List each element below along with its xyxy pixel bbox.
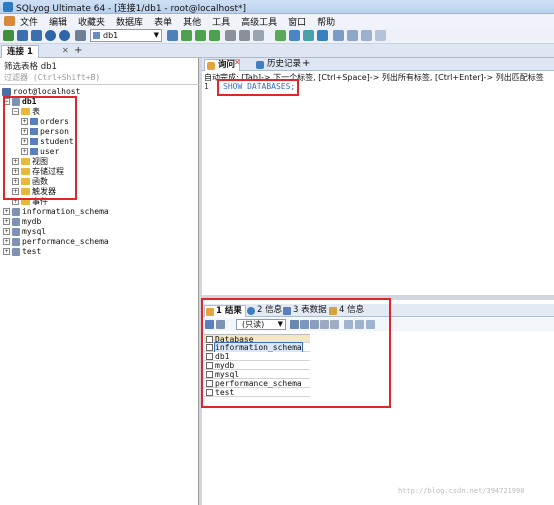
line-number: 1 [204,82,209,91]
title-bar: SQLyog Ultimate 64 - [连接1/db1 - root@loc… [0,0,554,14]
form-icon[interactable] [347,30,358,41]
connect-icon[interactable] [17,30,28,41]
user-manager-icon[interactable] [317,30,328,41]
tree-db-item[interactable]: + mydb [3,217,41,227]
menu-tools[interactable]: 工具 [212,15,230,28]
add-tab-icon[interactable]: + [302,58,310,69]
app-icon [3,2,13,12]
database-icon [12,247,20,256]
copy-db-icon[interactable] [253,30,264,41]
result-highlight-box [201,298,391,408]
menu-database[interactable]: 数据库 [116,15,143,28]
tab-history[interactable]: 历史记录 [254,59,305,71]
filter-input[interactable]: 过滤器 (Ctrl+Shift+B) [4,72,100,83]
table-icon[interactable] [181,30,192,41]
tab-query-label: 询问 [218,60,236,70]
close-icon[interactable]: ✕ [234,58,241,67]
add-tab-icon[interactable]: + [74,45,82,56]
menu-edit[interactable]: 编辑 [49,15,67,28]
sql-highlight-box [217,79,299,96]
tree-root-label: root@localhost [13,87,81,96]
tree-db-label: performance_schema [22,237,109,246]
database-icon [12,227,20,236]
close-icon[interactable]: ✕ [62,46,69,55]
tree-db-label: mysql [22,227,47,236]
editor-tab-strip: 询问 ✕ 历史记录 + [202,58,554,71]
menu-app-icon[interactable] [4,16,15,26]
divider [0,84,199,85]
menu-table[interactable]: 表单 [154,15,172,28]
sync-icon[interactable] [275,30,286,41]
menu-favorites[interactable]: 收藏夹 [78,15,105,28]
stop-icon[interactable] [75,30,86,41]
chevron-down-icon: ▼ [153,31,159,39]
tree-db-item[interactable]: + test [3,247,41,257]
history-icon [256,61,264,69]
schema-icon[interactable] [195,30,206,41]
query-icon [207,62,215,70]
settings-icon[interactable] [375,30,386,41]
run-query-icon[interactable] [45,30,56,41]
import-icon[interactable] [225,30,236,41]
query-editor[interactable]: 自动完成: [Tab]-> 下一个标签, [Ctrl+Space]-> 列出所有… [202,71,554,295]
expand-icon[interactable]: + [3,228,10,235]
expand-icon[interactable]: + [3,208,10,215]
database-icon [12,207,20,216]
tree-db-label: information_schema [22,207,109,216]
tree-db-item[interactable]: + performance_schema [3,237,109,247]
database-selector-value: db1 [103,31,119,40]
schema-designer-icon[interactable] [303,30,314,41]
menu-window[interactable]: 窗口 [288,15,306,28]
export-icon[interactable] [239,30,250,41]
toolbar: db1 ▼ [0,28,554,44]
tree-db-item[interactable]: + information_schema [3,207,109,217]
watermark: http://blog.csdn.net/394721990 [398,487,525,495]
new-connection-icon[interactable] [3,30,14,41]
backup-icon[interactable] [209,30,220,41]
text-icon[interactable] [361,30,372,41]
database-icon [12,237,20,246]
expand-icon[interactable]: + [3,238,10,245]
expand-icon[interactable]: + [3,248,10,255]
tree-db-label: mydb [22,217,42,226]
tree-highlight-box [3,96,77,200]
menu-advanced-tools[interactable]: 高级工具 [241,15,277,28]
connection-tab-strip: 连接 1 ✕ + [0,44,554,58]
tab-history-label: 历史记录 [267,59,302,69]
menu-help[interactable]: 帮助 [317,15,335,28]
database-icon [12,217,20,226]
menu-other[interactable]: 其他 [183,15,201,28]
refresh-icon[interactable] [167,30,178,41]
menu-bar: 文件 编辑 收藏夹 数据库 表单 其他 工具 高级工具 窗口 帮助 [0,14,554,28]
database-selector[interactable]: db1 ▼ [90,29,162,42]
database-icon [93,32,100,39]
window-title: SQLyog Ultimate 64 - [连接1/db1 - root@loc… [16,4,246,14]
new-query-icon[interactable] [31,30,42,41]
tree-db-label: test [22,247,42,256]
run-all-icon[interactable] [59,30,70,41]
tree-db-item[interactable]: + mysql [3,227,46,237]
query-builder-icon[interactable] [289,30,300,41]
server-icon [2,87,11,96]
expand-icon[interactable]: + [3,218,10,225]
filter-label: 筛选表格 db1 [4,62,57,72]
grid-icon[interactable] [333,30,344,41]
menu-file[interactable]: 文件 [20,15,38,28]
connection-tab[interactable]: 连接 1 [1,45,39,58]
